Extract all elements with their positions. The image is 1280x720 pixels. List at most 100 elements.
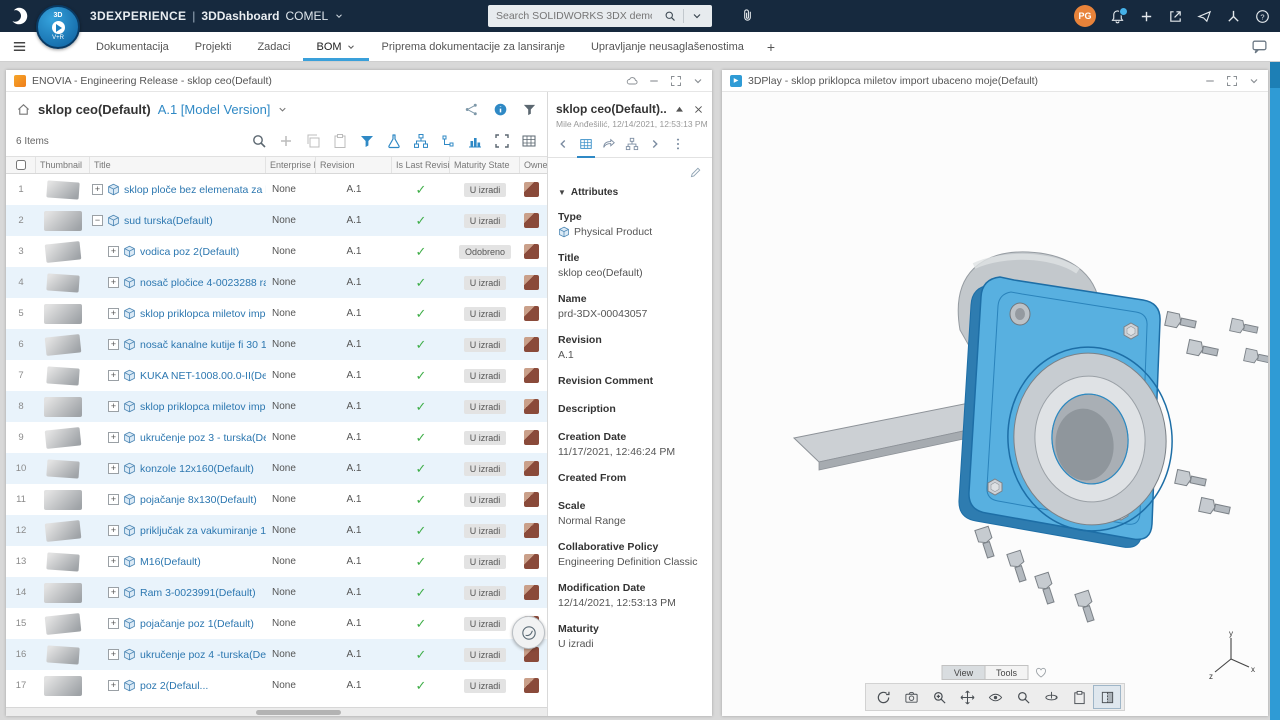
funnel-icon[interactable]: [359, 133, 375, 149]
item-title-link[interactable]: sklop priklopca miletov import...: [140, 308, 266, 320]
root-object-revision[interactable]: A.1 [Model Version]: [158, 102, 271, 117]
owner-avatar[interactable]: [524, 523, 539, 538]
copy-icon[interactable]: [305, 133, 321, 149]
owner-avatar[interactable]: [524, 213, 539, 228]
3d-viewport[interactable]: ViewTools y z x: [722, 92, 1268, 716]
expand-toggle[interactable]: +: [108, 246, 119, 257]
dashboard-tab[interactable]: BOM: [303, 32, 368, 61]
paper-plane-icon[interactable]: [1197, 9, 1212, 24]
item-title-link[interactable]: pojačanje 8x130(Default): [140, 494, 257, 506]
maximize-icon[interactable]: [670, 75, 682, 87]
info-icon[interactable]: [493, 102, 508, 117]
table-row[interactable]: 11 + pojačanje 8x130(Default) None A.1 ✓…: [6, 484, 547, 515]
expand-toggle[interactable]: −: [92, 215, 103, 226]
chevron-down-icon[interactable]: [1248, 75, 1260, 87]
share-box-icon[interactable]: [1168, 9, 1183, 24]
expand-toggle[interactable]: +: [108, 618, 119, 629]
flask-icon[interactable]: [386, 133, 402, 149]
owner-avatar[interactable]: [524, 368, 539, 383]
global-search[interactable]: [488, 5, 712, 27]
close-panel-icon[interactable]: [693, 104, 704, 115]
owner-avatar[interactable]: [524, 678, 539, 693]
root-chevron-icon[interactable]: [277, 104, 288, 115]
table-row[interactable]: 13 + M16(Default) None A.1 ✓ U izradi: [6, 546, 547, 577]
item-title-link[interactable]: nosač pločice 4-0023288 raz...: [140, 277, 266, 289]
bell-icon[interactable]: [1110, 9, 1125, 24]
item-title-link[interactable]: priključak za vakumiranje 12...: [140, 525, 266, 537]
user-avatar[interactable]: PG: [1074, 5, 1096, 27]
owner-avatar[interactable]: [524, 275, 539, 290]
owner-avatar[interactable]: [524, 585, 539, 600]
table-row[interactable]: 12 + priključak za vakumiranje 12... Non…: [6, 515, 547, 546]
expand-toggle[interactable]: +: [108, 339, 119, 350]
table-row[interactable]: 16 + ukručenje poz 4 -turska(Defa... Non…: [6, 639, 547, 670]
table-row[interactable]: 10 + konzole 12x160(Default) None A.1 ✓ …: [6, 453, 547, 484]
dashboard-tab[interactable]: Upravljanje neusaglašenostima: [578, 32, 757, 61]
owner-avatar[interactable]: [524, 306, 539, 321]
search-icon[interactable]: [664, 10, 676, 22]
viewport-tab[interactable]: View: [942, 665, 986, 680]
table-row[interactable]: 15 + pojačanje poz 1(Default) None A.1 ✓…: [6, 608, 547, 639]
item-title-link[interactable]: vodica poz 2(Default): [140, 246, 239, 258]
dashboard-tab[interactable]: Dokumentacija: [83, 32, 182, 61]
enovia-widget-header[interactable]: ENOVIA - Engineering Release - sklop ceo…: [6, 70, 712, 92]
hamburger-menu-icon[interactable]: [12, 39, 27, 54]
col-header-title[interactable]: Title: [90, 157, 266, 173]
table-row[interactable]: 2 − sud turska(Default) None A.1 ✓ U izr…: [6, 205, 547, 236]
col-header-is-last-revision[interactable]: Is Last Revision: [392, 157, 450, 173]
owner-avatar[interactable]: [524, 647, 539, 662]
expand-toggle[interactable]: +: [92, 184, 103, 195]
paperclip-icon[interactable]: [740, 8, 755, 23]
side-panel-handle[interactable]: [1270, 62, 1280, 88]
owner-avatar[interactable]: [524, 399, 539, 414]
magnifier-icon[interactable]: [251, 133, 267, 149]
expand-toggle[interactable]: +: [108, 277, 119, 288]
home-icon[interactable]: [16, 102, 31, 117]
plus-icon[interactable]: [1139, 9, 1154, 24]
grid-icon[interactable]: [521, 133, 537, 149]
table-row[interactable]: 4 + nosač pločice 4-0023288 raz... None …: [6, 267, 547, 298]
expand-toggle[interactable]: +: [108, 680, 119, 691]
chevron-right-icon[interactable]: [648, 137, 662, 151]
chevron-down-icon[interactable]: [692, 75, 704, 87]
item-title-link[interactable]: sklop ploče bez elemenata za levi...: [124, 184, 266, 196]
scrollbar-thumb[interactable]: [256, 710, 341, 715]
add-tab-button[interactable]: +: [757, 39, 785, 55]
collapse-panel-icon[interactable]: [674, 104, 685, 115]
item-title-link[interactable]: sklop priklopca miletov import...: [140, 401, 266, 413]
swym-icon[interactable]: [1226, 9, 1241, 24]
search-options-chevron-icon[interactable]: [691, 10, 703, 22]
table-row[interactable]: 1 + sklop ploče bez elemenata za levi...…: [6, 174, 547, 205]
table-row[interactable]: 6 + nosač kanalne kutije fi 30 11... Non…: [6, 329, 547, 360]
maximize-icon[interactable]: [1226, 75, 1238, 87]
table-row[interactable]: 17 + poz 2(Defaul... None A.1 ✓ U izradi: [6, 670, 547, 701]
dashboard-tab[interactable]: Projekti: [182, 32, 245, 61]
grid-icon[interactable]: [579, 137, 593, 151]
item-title-link[interactable]: sud turska(Default): [124, 215, 213, 227]
select-all-checkbox[interactable]: [16, 160, 26, 170]
item-title-link[interactable]: nosač kanalne kutije fi 30 11...: [140, 339, 266, 351]
item-title-link[interactable]: ukručenje poz 3 - turska(Defa...: [140, 432, 266, 444]
collapsed-side-panel[interactable]: [1270, 62, 1280, 720]
help-icon[interactable]: ?: [1255, 9, 1270, 24]
graph-share-icon[interactable]: [464, 102, 479, 117]
table-row[interactable]: 7 + KUKA NET-1008.00.0-II(Defa... None A…: [6, 360, 547, 391]
viewport-tab[interactable]: Tools: [985, 665, 1029, 680]
more-dots-icon[interactable]: [671, 137, 685, 151]
edit-icon[interactable]: [689, 166, 702, 179]
table-row[interactable]: 3 + vodica poz 2(Default) None A.1 ✓ Odo…: [6, 236, 547, 267]
search-input[interactable]: [488, 10, 660, 22]
owner-avatar[interactable]: [524, 182, 539, 197]
chart-icon[interactable]: [467, 133, 483, 149]
owner-avatar[interactable]: [524, 492, 539, 507]
minus-icon[interactable]: [1204, 75, 1216, 87]
dashboard-tab[interactable]: Priprema dokumentacije za lansiranje: [369, 32, 578, 61]
dashboard-tab[interactable]: Zadaci: [244, 32, 303, 61]
table-row[interactable]: 5 + sklop priklopca miletov import... No…: [6, 298, 547, 329]
owner-avatar[interactable]: [524, 430, 539, 445]
table-row[interactable]: 14 + Ram 3-0023991(Default) None A.1 ✓ U…: [6, 577, 547, 608]
3dplay-widget-header[interactable]: ▶ 3DPlay - sklop priklopca miletov impor…: [722, 70, 1268, 92]
expand-toggle[interactable]: +: [108, 649, 119, 660]
compass-icon[interactable]: 3D V+R: [36, 5, 80, 49]
funnel-icon[interactable]: [522, 102, 537, 117]
